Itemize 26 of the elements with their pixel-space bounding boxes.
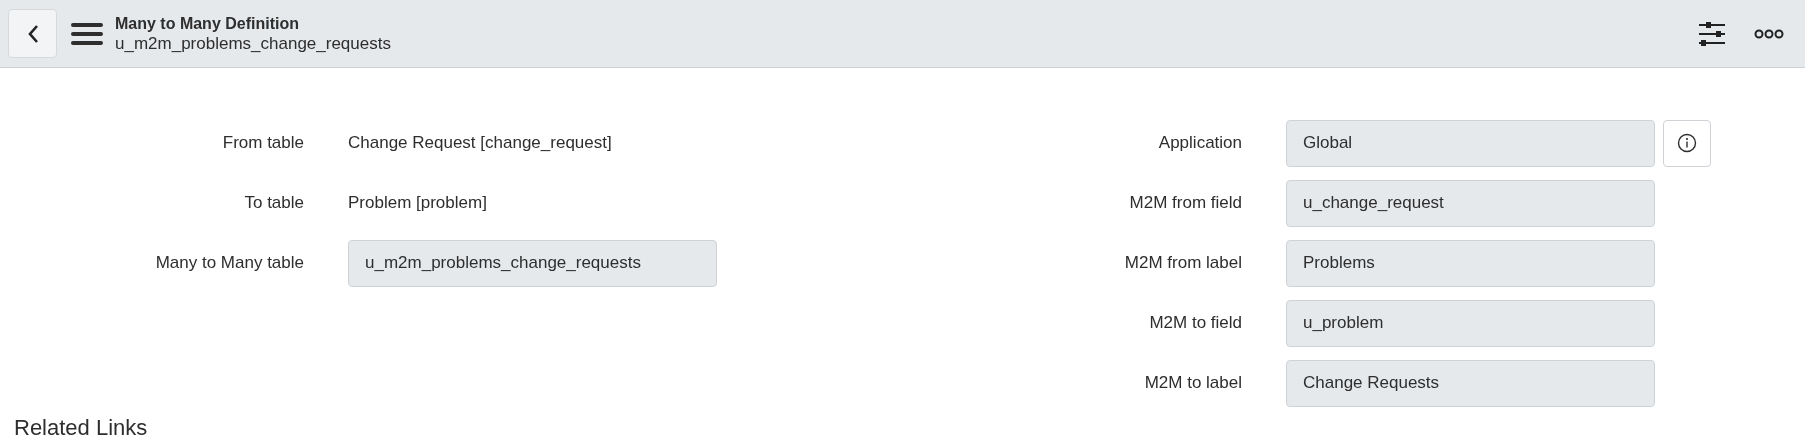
input-field[interactable]: u_change_request [1286,179,1655,227]
field-label: To table [243,192,305,215]
input-field[interactable]: u_problem [1286,299,1655,347]
input-field[interactable]: Global [1286,119,1655,167]
field-value: Problem [problem] [348,192,487,215]
menu-button[interactable] [71,20,103,47]
field-label: M2M from field [1128,192,1243,215]
sliders-icon [1698,19,1726,48]
info-icon [1677,133,1697,153]
field-label: M2M from label [1123,252,1243,275]
info-button[interactable] [1663,119,1711,167]
input-field[interactable]: u_m2m_problems_change_requests [348,239,717,287]
record-name: u_m2m_problems_change_requests [115,33,391,54]
field-label: M2M to label [1143,372,1243,395]
field-label: Application [1157,132,1243,155]
field-label: M2M to field [1148,312,1243,335]
back-icon [26,23,39,44]
field-label: Many to Many table [154,252,305,275]
more-icon [1754,28,1784,39]
section-heading: Related Links [14,415,149,441]
form-title: Many to Many Definition [115,13,300,34]
input-field[interactable]: Problems [1286,239,1655,287]
field-label: From table [221,132,305,155]
input-field[interactable]: Change Requests [1286,359,1655,407]
back-button[interactable] [8,9,57,58]
field-value: Change Request [change_request] [348,132,612,155]
